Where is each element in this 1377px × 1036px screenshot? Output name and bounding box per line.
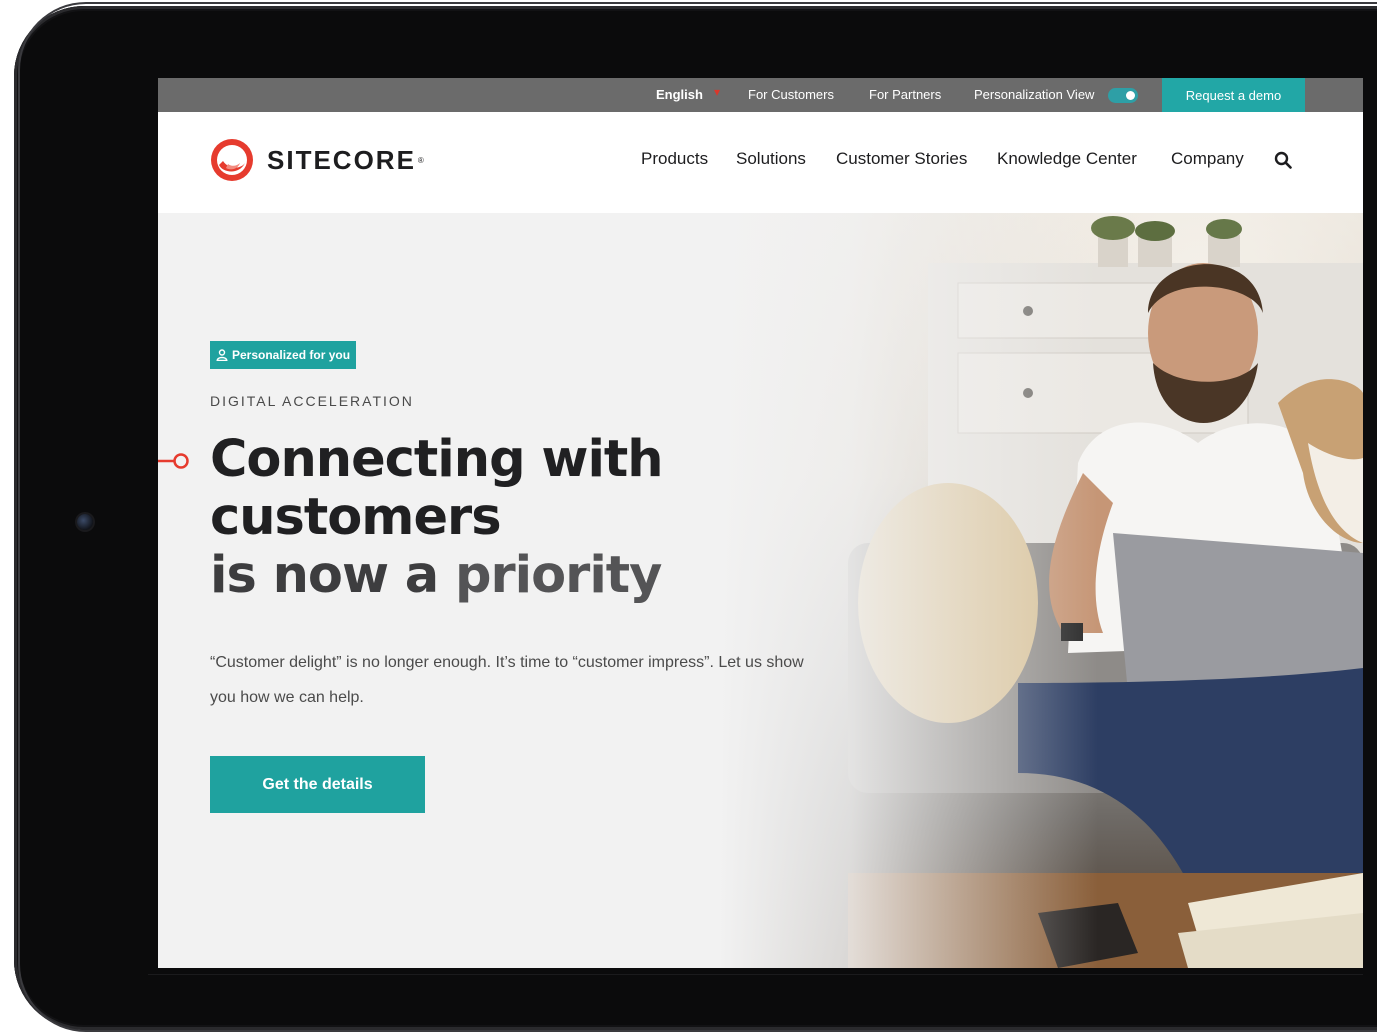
headline-line-3: is now a priority: [210, 547, 810, 605]
language-selector[interactable]: English: [656, 87, 703, 102]
get-details-button[interactable]: Get the details: [210, 756, 425, 813]
personalization-view-toggle[interactable]: [1108, 88, 1138, 103]
hero-body-text: “Customer delight” is no longer enough. …: [210, 654, 804, 706]
utility-bar: English ▾ For Customers For Partners Per…: [158, 78, 1363, 112]
headline-accent: priority: [454, 546, 662, 605]
search-icon[interactable]: [1274, 151, 1292, 169]
hero-headline: Connecting with customers is now a prior…: [210, 431, 810, 605]
personalization-view-label: Personalization View: [974, 87, 1095, 102]
nav-company[interactable]: Company: [1171, 149, 1244, 169]
for-partners-link[interactable]: For Partners: [869, 87, 941, 102]
hero-marker-icon: [158, 453, 189, 469]
for-customers-link[interactable]: For Customers: [748, 87, 834, 102]
logo-trademark: ®: [417, 155, 424, 165]
hero-eyebrow: DIGITAL ACCELERATION: [210, 393, 414, 409]
personalized-badge-label: Personalized for you: [232, 348, 351, 362]
toggle-knob: [1126, 91, 1135, 100]
screen-bottom-edge: [148, 974, 1363, 975]
nav-customer-stories[interactable]: Customer Stories: [836, 149, 967, 169]
nav-knowledge-center[interactable]: Knowledge Center: [997, 149, 1137, 169]
chevron-down-icon[interactable]: ▾: [714, 85, 720, 99]
personalized-badge: Personalized for you: [210, 341, 357, 369]
sitecore-logo[interactable]: SITECORE ®: [209, 136, 424, 184]
nav-solutions[interactable]: Solutions: [736, 149, 806, 169]
request-demo-button[interactable]: Request a demo: [1162, 78, 1305, 112]
user-icon: [216, 349, 228, 361]
logo-wordmark: SITECORE: [267, 144, 416, 175]
website-screen: English ▾ For Customers For Partners Per…: [158, 78, 1363, 968]
headline-line-3-prefix: is now a: [210, 546, 455, 605]
headline-line-2: customers: [210, 488, 502, 547]
main-header: SITECORE ® Products Solutions Customer S…: [158, 112, 1363, 213]
sitecore-logo-icon: [211, 139, 253, 181]
headline-line-1: Connecting with: [210, 430, 664, 489]
nav-products[interactable]: Products: [641, 149, 708, 169]
tablet-camera: [77, 514, 93, 530]
hero-section: Personalized for you DIGITAL ACCELERATIO…: [158, 213, 1363, 968]
